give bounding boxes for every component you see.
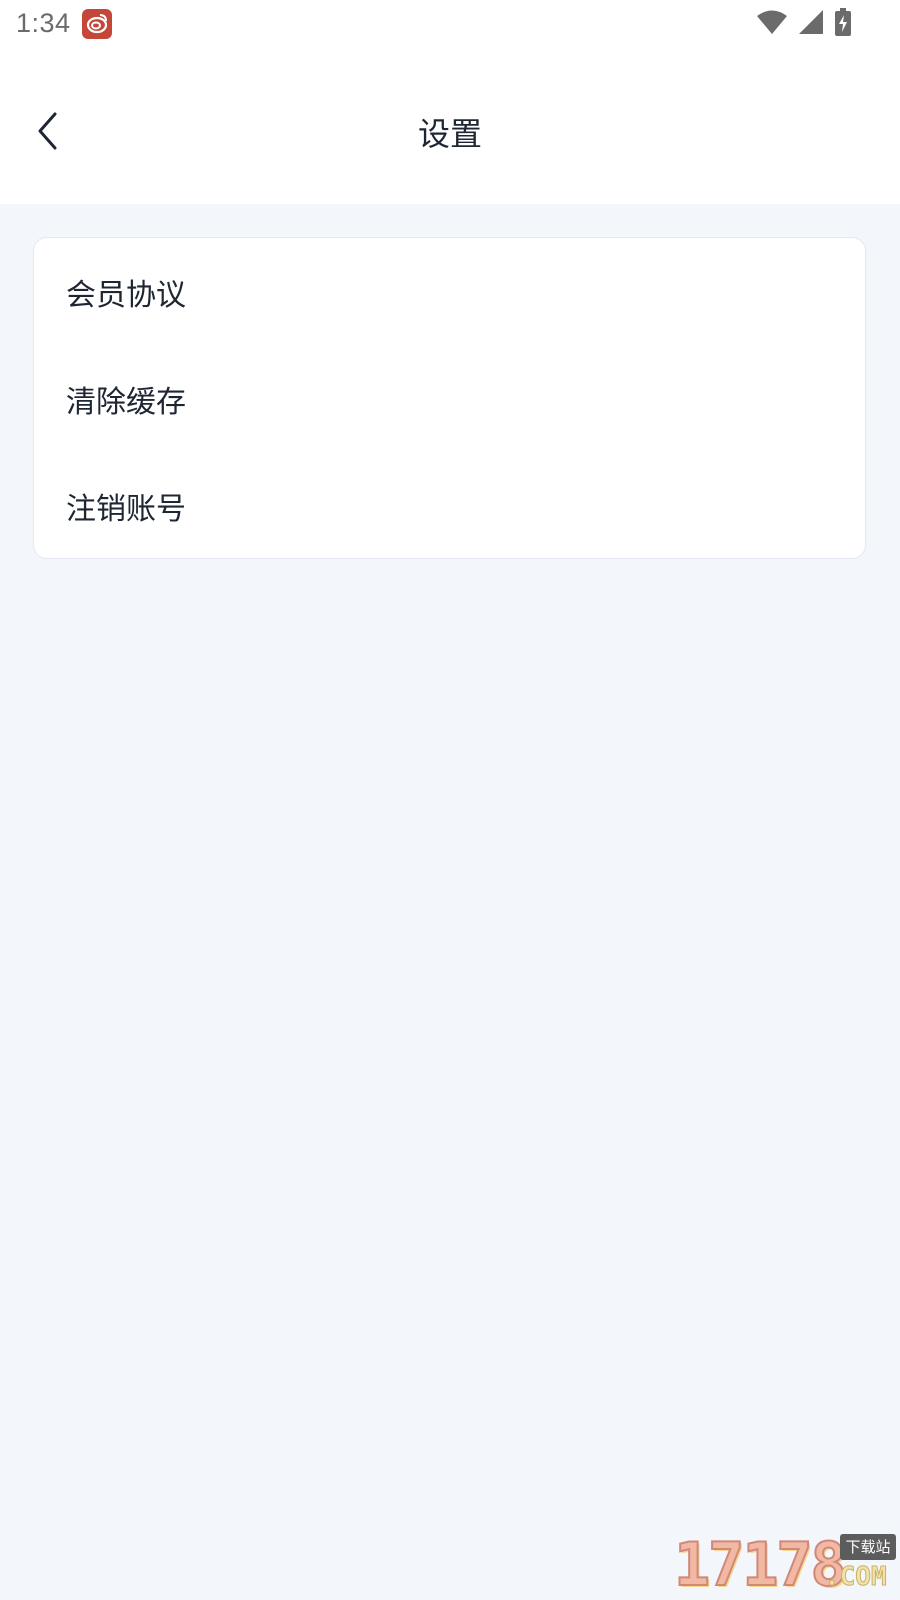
settings-item-label: 会员协议 (66, 277, 186, 313)
settings-item-label: 注销账号 (66, 491, 186, 527)
settings-item-member-agreement[interactable]: 会员协议 (34, 238, 865, 345)
status-icons (756, 8, 852, 40)
wifi-icon (756, 9, 788, 39)
settings-card: 会员协议 清除缓存 注销账号 (33, 237, 866, 559)
signal-icon (798, 9, 824, 39)
watermark-badge: 下载站 (840, 1534, 896, 1560)
watermark-logo: 17178 下载站 .COM (673, 1530, 896, 1600)
settings-item-delete-account[interactable]: 注销账号 (34, 452, 865, 559)
app-header: 设置 (0, 48, 900, 204)
page-title: 设置 (417, 115, 482, 153)
settings-item-label: 清除缓存 (66, 384, 186, 420)
app-notification-icon (82, 9, 112, 39)
status-time: 1:34 (16, 8, 71, 38)
status-bar: 1:34 (0, 0, 900, 48)
settings-item-clear-cache[interactable]: 清除缓存 (34, 345, 865, 452)
battery-charging-icon (834, 8, 852, 40)
watermark-suffix: .COM (824, 1562, 888, 1593)
watermark-digits: 17178 (673, 1530, 848, 1600)
